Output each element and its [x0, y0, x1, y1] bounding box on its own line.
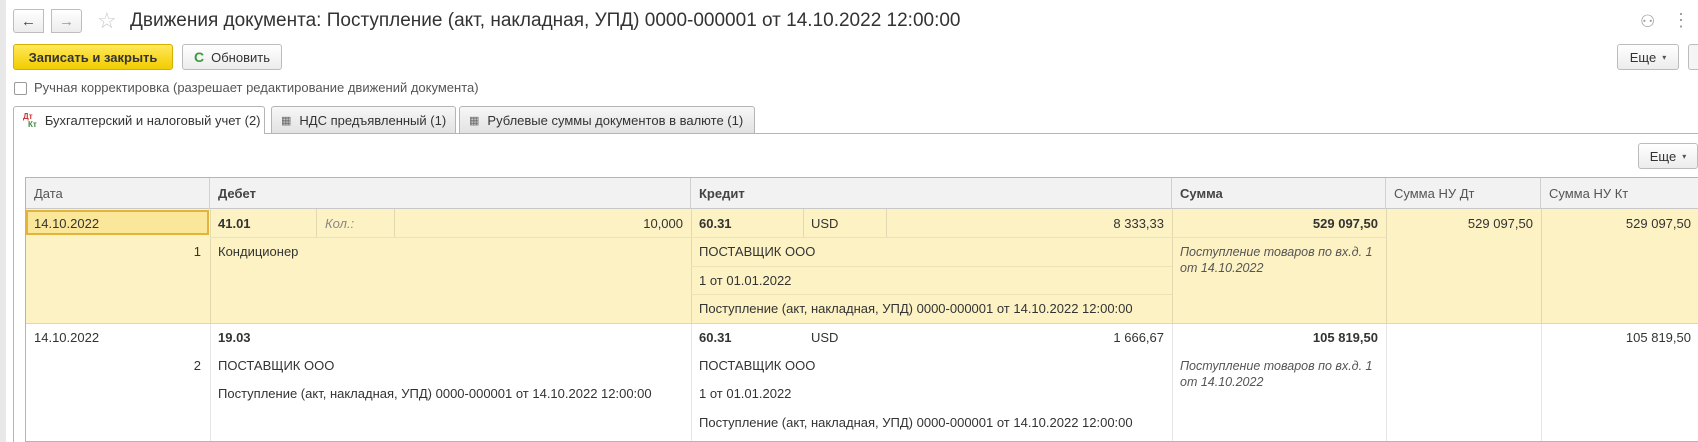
qty-label: Кол.:: [325, 216, 355, 231]
row-number: 2: [193, 358, 201, 373]
manual-edit-checkbox[interactable]: [14, 82, 27, 95]
credit-account: 60.31: [699, 216, 732, 231]
tab-rub-sums[interactable]: ▦ Рублевые суммы документов в валюте (1): [459, 106, 755, 133]
tab-vat[interactable]: ▦ НДС предъявленный (1): [271, 106, 456, 133]
tab-accounting[interactable]: Дт Кт Бухгалтерский и налоговый учет (2): [13, 106, 265, 134]
arrow-left-icon: ←: [21, 12, 36, 30]
debit-account: 19.03: [218, 330, 251, 345]
page-title: Движения документа: Поступление (акт, на…: [130, 10, 961, 31]
entries-table[interactable]: Дата Дебет Кредит Сумма Сумма НУ Дт Сумм…: [25, 177, 1698, 442]
more-label: Еще: [1629, 49, 1657, 65]
column-header-sum-nu-dt[interactable]: Сумма НУ Дт: [1386, 178, 1541, 209]
table-more-button[interactable]: Еще ▾: [1638, 143, 1698, 169]
credit-currency: USD: [811, 330, 839, 345]
debit-subconto-2: Поступление (акт, накладная, УПД) 0000-0…: [218, 386, 652, 401]
chevron-down-icon: ▾: [1662, 52, 1667, 62]
dt-kt-icon: Дт Кт: [23, 111, 37, 129]
tab-panel-border: [13, 133, 1698, 134]
table-icon: ▦: [469, 114, 480, 127]
refresh-icon: C: [194, 49, 205, 65]
column-header-debit[interactable]: Дебет: [210, 178, 691, 209]
column-header-credit[interactable]: Кредит: [691, 178, 1172, 209]
sum-nu-dt: 529 097,50: [1467, 216, 1533, 231]
window-left-edge: [0, 0, 6, 442]
entry-content: Поступление товаров по вх.д. 1 от 14.10.…: [1180, 245, 1373, 275]
row-date: 14.10.2022: [34, 216, 100, 231]
table-more-label: Еще: [1649, 148, 1677, 164]
debit-subconto-1: ПОСТАВЩИК ООО: [218, 358, 335, 373]
link-icon[interactable]: ⚇: [1640, 12, 1655, 32]
column-header-date[interactable]: Дата: [26, 178, 210, 209]
credit-account: 60.31: [699, 330, 732, 345]
debit-qty: 10,000: [643, 216, 683, 231]
manual-edit-label: Ручная корректировка (разрешает редактир…: [34, 80, 479, 95]
row-number: 1: [193, 244, 201, 259]
table-icon: ▦: [281, 114, 292, 127]
tab-vat-label: НДС предъявленный (1): [299, 112, 447, 128]
more-menu-icon[interactable]: ⋮: [1672, 10, 1690, 31]
extra-toolbar-button[interactable]: [1688, 44, 1698, 70]
more-button[interactable]: Еще ▾: [1617, 44, 1679, 70]
column-header-sum[interactable]: Сумма: [1172, 178, 1386, 209]
debit-account: 41.01: [218, 216, 251, 231]
credit-subconto-2: 1 от 01.01.2022: [699, 386, 792, 401]
save-and-close-button[interactable]: Записать и закрыть: [13, 44, 173, 70]
credit-subconto-1: ПОСТАВЩИК ООО: [699, 244, 816, 259]
sum-nu-kt: 105 819,50: [1625, 330, 1691, 345]
credit-currency: USD: [811, 216, 839, 231]
row-date: 14.10.2022: [34, 330, 100, 345]
tab-rub-sums-label: Рублевые суммы документов в валюте (1): [487, 112, 744, 128]
credit-subconto-2: 1 от 01.01.2022: [699, 273, 792, 288]
sum-value: 105 819,50: [1312, 330, 1378, 345]
tab-accounting-label: Бухгалтерский и налоговый учет (2): [44, 113, 261, 128]
tab-panel-border-left: [13, 133, 14, 442]
chevron-down-icon: ▾: [1682, 151, 1687, 161]
debit-subconto: Кондиционер: [218, 244, 299, 259]
back-button[interactable]: ←: [13, 9, 44, 33]
arrow-right-icon: →: [59, 12, 74, 30]
credit-currency-sum: 1 666,67: [1113, 330, 1164, 345]
credit-subconto-1: ПОСТАВЩИК ООО: [699, 358, 816, 373]
refresh-button[interactable]: C Обновить: [182, 44, 282, 70]
star-icon[interactable]: ☆: [97, 8, 117, 34]
refresh-label: Обновить: [211, 49, 270, 65]
credit-subconto-3: Поступление (акт, накладная, УПД) 0000-0…: [699, 415, 1133, 430]
column-header-sum-nu-kt[interactable]: Сумма НУ Кт: [1541, 178, 1698, 209]
entry-content: Поступление товаров по вх.д. 1 от 14.10.…: [1180, 359, 1373, 389]
sum-value: 529 097,50: [1312, 216, 1378, 231]
sum-nu-kt: 529 097,50: [1625, 216, 1691, 231]
credit-subconto-3: Поступление (акт, накладная, УПД) 0000-0…: [699, 301, 1133, 316]
forward-button[interactable]: →: [51, 9, 82, 33]
credit-currency-sum: 8 333,33: [1113, 216, 1164, 231]
